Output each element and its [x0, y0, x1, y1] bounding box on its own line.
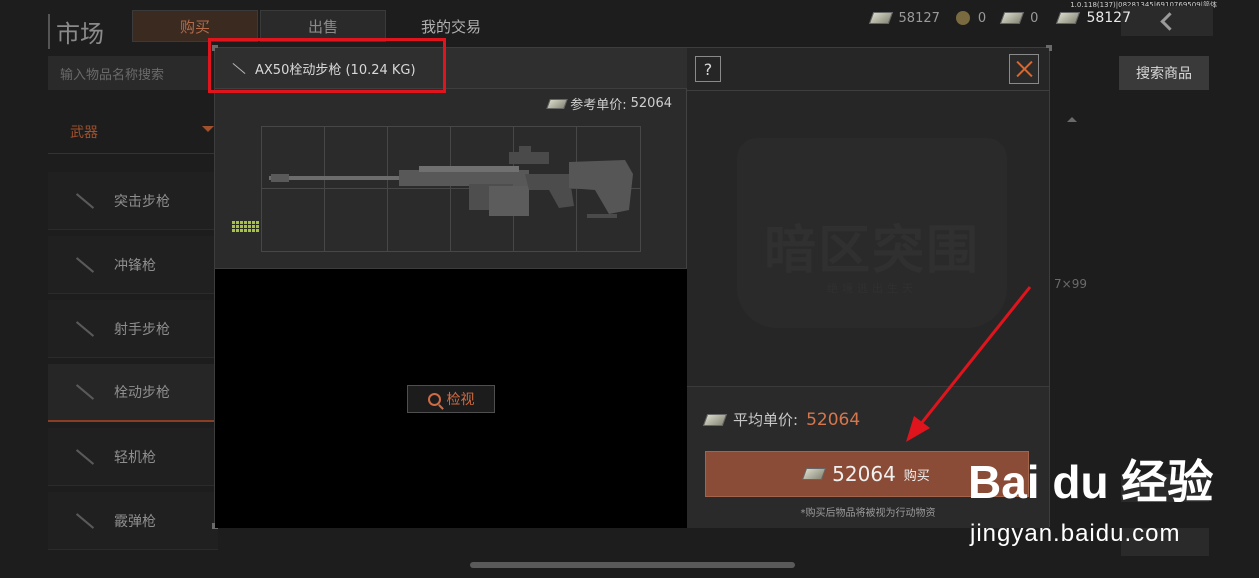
emblem-logo-text: 暗区突围 [763, 221, 980, 281]
sidebar-item-bolt-action-rifle[interactable]: 栓动步枪 [48, 364, 218, 422]
game-emblem-watermark: 暗区突围 绝境逃出生天 [717, 118, 1027, 348]
sidebar-item-lmg[interactable]: 轻机枪 [48, 428, 218, 486]
reference-price: 参考单价: 52064 [546, 94, 672, 113]
assault-rifle-icon [75, 192, 95, 209]
ax50-rifle-icon [269, 146, 633, 218]
avg-price-label: 平均单价: [733, 411, 799, 429]
durability-indicator [232, 221, 259, 232]
scroll-up-icon[interactable] [1067, 112, 1077, 122]
avg-price-value: 52064 [806, 409, 861, 430]
bolt-action-rifle-icon [75, 384, 95, 400]
ref-price-label: 参考单价: [570, 98, 627, 113]
item-dimension: 7×99 [1054, 277, 1087, 291]
home-indicator[interactable] [470, 562, 795, 568]
buy-amount: 52064 [832, 462, 896, 486]
currency-main: 58127 [1086, 10, 1131, 26]
sidebar-item-label: 冲锋枪 [114, 257, 156, 274]
lmg-icon [75, 448, 95, 465]
search-input[interactable]: 输入物品名称搜索 [48, 56, 208, 90]
ref-price-value: 52064 [630, 96, 672, 111]
item-preview-pane: AX50栓动步枪 (10.24 KG) 参考单价: 52064 检视 [215, 48, 687, 528]
help-button[interactable]: ? [695, 56, 721, 82]
buy-label: 购买 [903, 468, 930, 484]
model-viewer[interactable]: 检视 [215, 269, 687, 528]
market-title: 市场 [48, 14, 104, 49]
shotgun-icon [75, 512, 95, 529]
emblem-sub-text: 绝境逃出生天 [827, 282, 917, 295]
inspect-button[interactable]: 检视 [407, 385, 495, 413]
cash-icon [1056, 12, 1081, 24]
divider [687, 90, 1049, 91]
sidebar-item-shotgun[interactable]: 霰弹枪 [48, 492, 218, 550]
purchase-dialog: AX50栓动步枪 (10.24 KG) 参考单价: 52064 检视 ? 暗区突… [212, 45, 1052, 529]
bond-icon [999, 12, 1025, 24]
currency-bond: 0 [1030, 10, 1039, 26]
search-icon [427, 392, 441, 406]
cash-icon [702, 413, 728, 426]
currency-cash: 58127 [898, 10, 940, 26]
sidebar-item-label: 射手步枪 [114, 321, 170, 338]
cash-icon [801, 468, 827, 480]
watermark-brand: Bai du 经验 [968, 456, 1214, 508]
coin-icon [955, 11, 970, 25]
sidebar-item-smg[interactable]: 冲锋枪 [48, 236, 218, 294]
sidebar-item-assault-rifle[interactable]: 突击步枪 [48, 172, 218, 230]
sidebar-item-marksman-rifle[interactable]: 射手步枪 [48, 300, 218, 358]
sidebar-item-label: 栓动步枪 [114, 385, 170, 401]
currency-coin: 0 [977, 10, 987, 26]
highlight-box [208, 38, 446, 93]
cash-icon [546, 98, 569, 109]
close-button[interactable] [1009, 54, 1039, 84]
watermark-url: jingyan.baidu.com [970, 520, 1181, 547]
smg-icon [75, 256, 95, 273]
search-button[interactable]: 搜索商品 [1119, 56, 1209, 90]
category-dropdown[interactable]: 武器 [48, 108, 218, 154]
average-price: 平均单价: 52064 [702, 409, 861, 430]
marksman-rifle-icon [75, 320, 95, 337]
inspect-label: 检视 [446, 392, 475, 408]
back-button[interactable] [1121, 6, 1213, 36]
sidebar-item-label: 突击步枪 [114, 193, 170, 210]
sidebar-item-label: 霰弹枪 [114, 513, 156, 530]
sidebar-item-label: 轻机枪 [114, 449, 156, 466]
currency-bar: 58127 0 0 58127 [868, 10, 1131, 26]
cash-icon [868, 12, 893, 24]
